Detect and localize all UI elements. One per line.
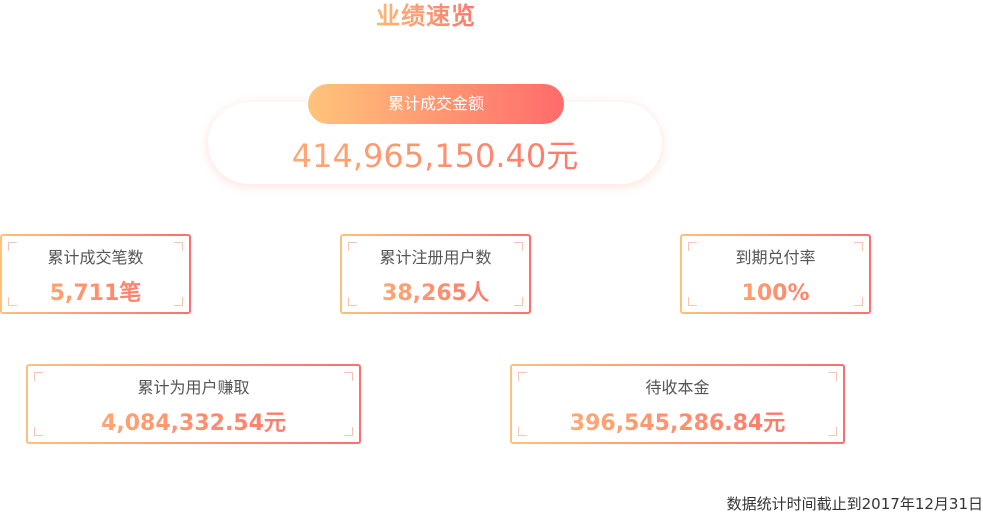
total-amount-card: 累计成交金额 414,965,150.40元 (208, 84, 662, 184)
stat-label: 累计成交笔数 (47, 248, 144, 267)
stat-label: 到期兑付率 (735, 248, 816, 267)
data-cutoff-note: 数据统计时间截止到2017年12月31日 (726, 495, 983, 513)
page-title: 业绩速览 (376, 0, 496, 32)
stat-card-transactions: 累计成交笔数 5,711笔 (0, 234, 191, 314)
stat-label: 累计为用户赚取 (137, 378, 250, 397)
stat-value: 4,084,332.54元 (28, 410, 359, 438)
stat-value: 5,711笔 (2, 280, 189, 308)
stat-value: 100% (682, 280, 869, 308)
total-amount-value: 414,965,150.40元 (208, 136, 662, 176)
stat-card-registered-users: 累计注册用户数 38,265人 (340, 234, 531, 314)
stat-card-pending-principal: 待收本金 396,545,286.84元 (510, 364, 845, 444)
stat-label: 累计注册用户数 (379, 248, 492, 267)
stat-label: 待收本金 (645, 378, 710, 397)
total-amount-label: 累计成交金额 (308, 84, 564, 124)
stat-card-redemption-rate: 到期兑付率 100% (680, 234, 871, 314)
stat-value: 396,545,286.84元 (512, 410, 843, 438)
stat-card-user-earnings: 累计为用户赚取 4,084,332.54元 (26, 364, 361, 444)
stat-value: 38,265人 (342, 280, 529, 308)
